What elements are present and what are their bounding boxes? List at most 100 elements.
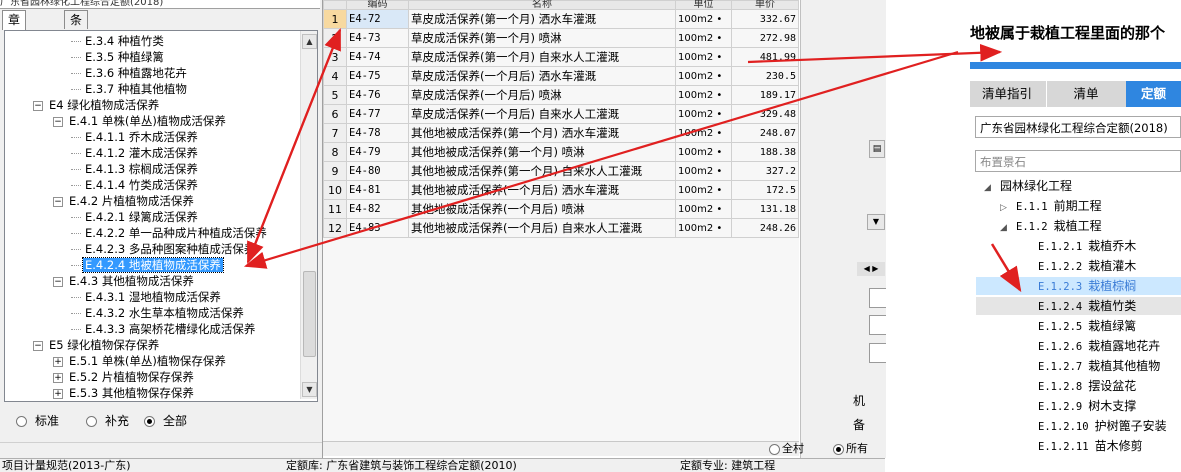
cell-unit[interactable]: 100m2 • <box>675 47 732 67</box>
cell-name[interactable]: 草皮成活保养(一个月后) 喷淋 <box>408 85 676 105</box>
cell-index[interactable]: 7 <box>323 123 347 143</box>
cell-code[interactable]: E4-82 <box>346 199 409 219</box>
expand-icon[interactable]: + <box>53 356 63 367</box>
tree-node[interactable]: E.4.2.4 地被植物成活保养 <box>71 257 224 273</box>
cell-index[interactable]: 3 <box>323 47 347 67</box>
nav-arrows-icon[interactable]: ◀ ▶ <box>857 262 885 276</box>
radio-option[interactable]: 补充 <box>86 412 129 429</box>
tree-node[interactable]: + E.5.1 单株(单丛)植物保存保养 <box>53 353 228 369</box>
cell-name[interactable]: 其他地被成活保养(一个月后) 喷淋 <box>408 199 676 219</box>
cell-name[interactable]: 草皮成活保养(第一个月) 喷淋 <box>408 28 676 48</box>
tab-chapter-query[interactable]: 章节查询 <box>2 10 27 81</box>
quota-library-dropdown[interactable]: 广东省园林绿化工程综合定额(2018) <box>0 0 320 9</box>
tab-list-guide[interactable]: 清单指引 <box>970 81 1044 107</box>
right-tree-node[interactable]: E.1.2.1 栽植乔木 <box>1038 237 1136 255</box>
tree-node[interactable]: E.4.1.3 棕榈成活保养 <box>71 161 200 177</box>
grid-horizontal-scrollbar[interactable] <box>323 441 799 456</box>
table-row[interactable]: 3 E4-74 草皮成活保养(第一个月) 自来水人工灌溉 100m2 • 481.99 <box>323 47 799 67</box>
cell-unit[interactable]: 100m2 • <box>675 28 732 48</box>
tree-node[interactable]: E.4.2.2 单一品种成片种植成活保养 <box>71 225 269 241</box>
tree-node[interactable]: E.4.1.4 竹类成活保养 <box>71 177 200 193</box>
table-row[interactable]: 5 E4-76 草皮成活保养(一个月后) 喷淋 100m2 • 189.17 <box>323 85 799 105</box>
cell-unit[interactable]: 100m2 • <box>675 9 732 29</box>
col-header-price[interactable]: 单价 <box>731 0 799 10</box>
cell-unit[interactable]: 100m2 • <box>675 161 732 181</box>
radio-suoyou[interactable]: 所有 <box>833 440 868 456</box>
right-tree-node[interactable]: E.1.2.3 栽植棕榈 <box>976 277 1181 295</box>
cell-price[interactable]: 332.67 <box>731 9 799 29</box>
collapse-icon[interactable]: − <box>33 340 43 351</box>
collapse-icon[interactable]: − <box>33 100 43 111</box>
right-tree-node[interactable]: E.1.2.7 栽植其他植物 <box>1038 357 1160 375</box>
collapse-icon[interactable]: − <box>53 196 63 207</box>
cell-price[interactable]: 248.26 <box>731 218 799 238</box>
right-tree-node[interactable]: E.1.2.10 护树篦子安装 <box>1038 417 1167 435</box>
cell-index[interactable]: 6 <box>323 104 347 124</box>
collapse-arrow-icon[interactable]: ◢ <box>1000 219 1010 237</box>
tree-node[interactable]: E.4.3.1 湿地植物成活保养 <box>71 289 223 305</box>
expand-icon[interactable]: + <box>53 372 63 383</box>
cell-code[interactable]: E4-79 <box>346 142 409 162</box>
radio-option[interactable]: 全部 <box>144 412 187 429</box>
col-header-code[interactable]: 编码 <box>346 0 409 10</box>
cell-name[interactable]: 其他地被成活保养(第一个月) 自来水人工灌溉 <box>408 161 676 181</box>
cell-index[interactable]: 9 <box>323 161 347 181</box>
cell-name[interactable]: 其他地被成活保养(第一个月) 喷淋 <box>408 142 676 162</box>
right-tree-node[interactable]: E.1.2.4 栽植竹类 <box>976 297 1181 315</box>
tree-node[interactable]: E.4.1.2 灌木成活保养 <box>71 145 200 161</box>
cell-code[interactable]: E4-76 <box>346 85 409 105</box>
cell-code[interactable]: E4-75 <box>346 66 409 86</box>
expand-icon[interactable]: + <box>53 388 63 399</box>
cell-price[interactable]: 230.5 <box>731 66 799 86</box>
cell-price[interactable]: 188.38 <box>731 142 799 162</box>
tree-node[interactable]: − E4 绿化植物成活保养 <box>33 97 161 113</box>
tree-node[interactable]: E.4.3.2 水生草本植物成活保养 <box>71 305 246 321</box>
cell-price[interactable]: 172.5 <box>731 180 799 200</box>
cell-unit[interactable]: 100m2 • <box>675 218 732 238</box>
cell-index[interactable]: 12 <box>323 218 347 238</box>
cell-name[interactable]: 其他地被成活保养(一个月后) 自来水人工灌溉 <box>408 218 676 238</box>
cell-unit[interactable]: 100m2 • <box>675 85 732 105</box>
radio-circle[interactable] <box>86 416 97 427</box>
tree-node[interactable]: E.4.2.3 多品种图案种植成活保养 <box>71 241 257 257</box>
table-row[interactable]: 9 E4-80 其他地被成活保养(第一个月) 自来水人工灌溉 100m2 • 327.2 <box>323 161 799 181</box>
tab-quota[interactable]: 定额 <box>1126 81 1181 107</box>
cell-index[interactable]: 4 <box>323 66 347 86</box>
scroll-up-icon[interactable]: ▲ <box>302 34 317 49</box>
right-tree-node[interactable]: ◢ 园林绿化工程 <box>984 177 1072 195</box>
cell-unit[interactable]: 100m2 • <box>675 104 732 124</box>
cell-name[interactable]: 草皮成活保养(一个月后) 洒水车灌溉 <box>408 66 676 86</box>
cell-code[interactable]: E4-77 <box>346 104 409 124</box>
cell-name[interactable]: 草皮成活保养(第一个月) 自来水人工灌溉 <box>408 47 676 67</box>
cell-unit[interactable]: 100m2 • <box>675 142 732 162</box>
tree-node[interactable]: E.3.7 种植其他植物 <box>71 81 189 97</box>
cell-unit[interactable]: 100m2 • <box>675 66 732 86</box>
grid-scroll-icon[interactable]: ▤ <box>869 140 885 158</box>
quota-library-select[interactable]: 广东省园林绿化工程综合定额(2018) <box>975 116 1181 138</box>
cell-index[interactable]: 10 <box>323 180 347 200</box>
tree-node[interactable]: − E.4.2 片植植物成活保养 <box>53 193 196 209</box>
tree-node[interactable]: E.3.6 种植露地花卉 <box>71 65 189 81</box>
tree-node[interactable]: E.4.1.1 乔木成活保养 <box>71 129 200 145</box>
radio-circle[interactable] <box>16 416 27 427</box>
expand-arrow-icon[interactable]: ▷ <box>1000 199 1010 217</box>
cell-index[interactable]: 11 <box>323 199 347 219</box>
table-row[interactable]: 11 E4-82 其他地被成活保养(一个月后) 喷淋 100m2 • 131.18 <box>323 199 799 219</box>
cell-code[interactable]: E4-78 <box>346 123 409 143</box>
cell-price[interactable]: 329.48 <box>731 104 799 124</box>
right-tree-node[interactable]: ◢ E.1.2 栽植工程 <box>1000 217 1102 235</box>
cell-name[interactable]: 草皮成活保养(一个月后) 自来水人工灌溉 <box>408 104 676 124</box>
tree-node[interactable]: E.3.5 种植绿篱 <box>71 49 166 65</box>
cell-price[interactable]: 248.07 <box>731 123 799 143</box>
cell-price[interactable]: 131.18 <box>731 199 799 219</box>
collapse-icon[interactable]: − <box>53 116 63 127</box>
right-tree-node[interactable]: E.1.2.11 苗木修剪 <box>1038 437 1143 455</box>
cell-index[interactable]: 5 <box>323 85 347 105</box>
tab-list[interactable]: 清单 <box>1046 81 1125 107</box>
tree-node[interactable]: − E.4.1 单株(单丛)植物成活保养 <box>53 113 228 129</box>
side-button-2[interactable] <box>869 315 887 335</box>
table-row[interactable]: 6 E4-77 草皮成活保养(一个月后) 自来水人工灌溉 100m2 • 329.48 <box>323 104 799 124</box>
cell-name[interactable]: 草皮成活保养(第一个月) 洒水车灌溉 <box>408 9 676 29</box>
cell-price[interactable]: 481.99 <box>731 47 799 67</box>
tree-node[interactable]: − E5 绿化植物保存保养 <box>33 337 161 353</box>
